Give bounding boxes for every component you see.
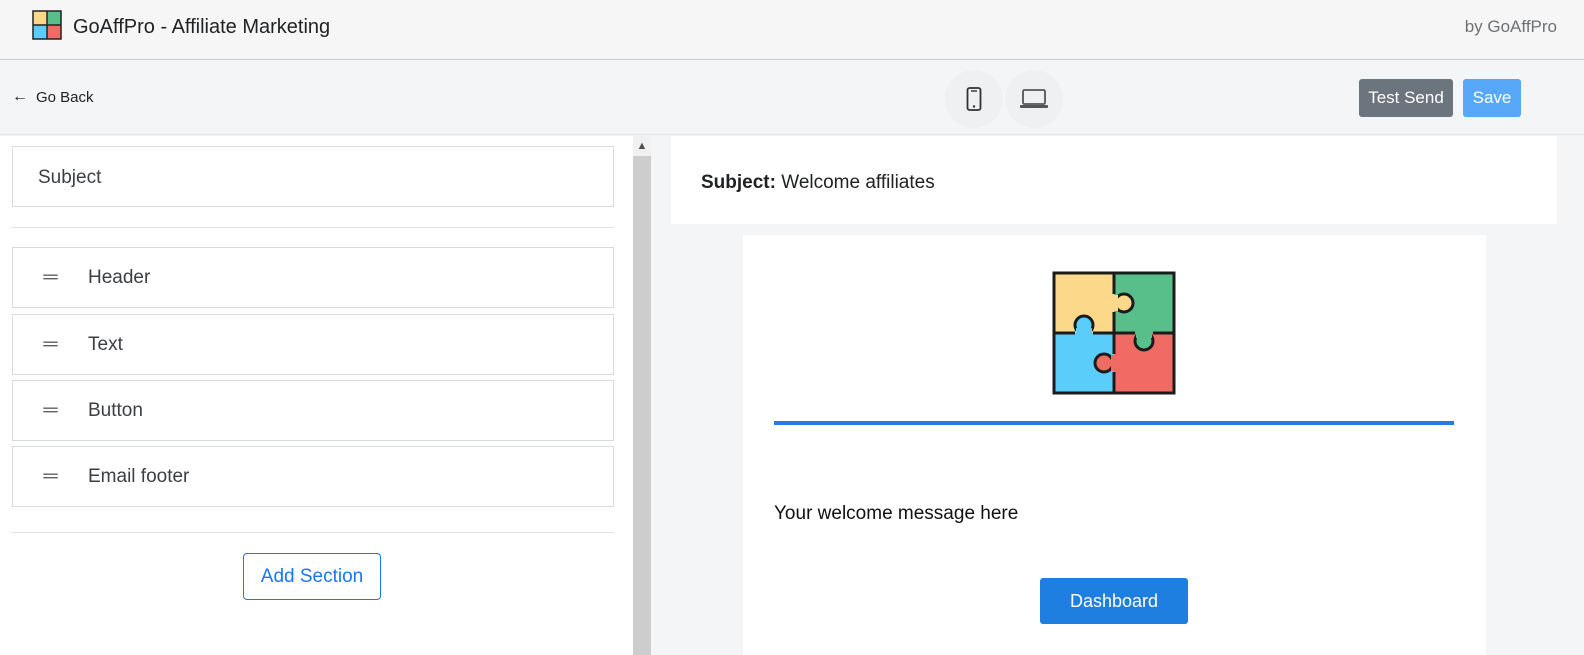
drag-handle-icon[interactable]: ═: [13, 333, 88, 356]
subject-prefix: Subject:: [701, 172, 776, 193]
add-section-button[interactable]: Add Section: [243, 553, 381, 600]
email-body: Your welcome message here Dashboard: [743, 235, 1486, 655]
section-label: Button: [88, 399, 143, 421]
go-back-link[interactable]: ← Go Back: [12, 88, 94, 106]
dashboard-button[interactable]: Dashboard: [1040, 578, 1188, 624]
sections-panel: Subject ═ Header ═ Text ═ Button ═ Email…: [0, 136, 633, 655]
section-label: Text: [88, 333, 123, 355]
section-item-header[interactable]: ═ Header: [12, 247, 614, 308]
section-item-email-footer[interactable]: ═ Email footer: [12, 446, 614, 507]
app-vendor: by GoAffPro: [1464, 17, 1557, 36]
desktop-preview-toggle[interactable]: [1005, 70, 1063, 128]
divider: [12, 532, 614, 533]
mobile-preview-toggle[interactable]: [945, 70, 1003, 128]
section-label: Email footer: [88, 465, 190, 487]
subject-item[interactable]: Subject: [12, 146, 614, 207]
laptop-icon: [1020, 89, 1048, 108]
chevron-up-icon[interactable]: ▲: [633, 136, 651, 156]
app-header: GoAffPro - Affiliate Marketing by GoAffP…: [0, 0, 1584, 60]
puzzle-icon: [32, 10, 62, 40]
preview-subject: Subject: Welcome affiliates: [671, 136, 1557, 224]
arrow-left-icon: ←: [12, 88, 28, 105]
drag-handle-icon[interactable]: ═: [13, 399, 88, 422]
email-preview: Subject: Welcome affiliates Your welcome…: [651, 136, 1584, 655]
section-item-text[interactable]: ═ Text: [12, 314, 614, 375]
save-button[interactable]: Save: [1463, 79, 1521, 117]
welcome-message: Your welcome message here: [774, 503, 1019, 524]
puzzle-logo-icon: [1052, 271, 1176, 395]
app-title: GoAffPro - Affiliate Marketing: [73, 16, 331, 38]
section-item-button[interactable]: ═ Button: [12, 380, 614, 441]
mobile-phone-icon: [966, 87, 982, 111]
editor-toolbar: ← Go Back Test Send Save: [0, 60, 1584, 135]
section-label: Header: [88, 266, 151, 288]
drag-handle-icon[interactable]: ═: [13, 465, 88, 488]
subject-value: Welcome affiliates: [781, 172, 935, 193]
divider-line: [774, 421, 1454, 425]
divider: [12, 227, 614, 228]
panel-scrollbar[interactable]: ▲: [633, 136, 651, 655]
go-back-label: Go Back: [36, 88, 94, 106]
drag-handle-icon[interactable]: ═: [13, 266, 88, 289]
test-send-button[interactable]: Test Send: [1359, 79, 1453, 117]
